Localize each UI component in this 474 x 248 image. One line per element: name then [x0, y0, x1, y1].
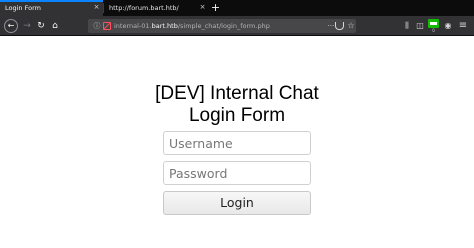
library-icon[interactable]: ⫼: [401, 20, 413, 32]
star-icon[interactable]: ☆: [346, 20, 356, 32]
extension-badge: 0: [432, 28, 435, 33]
extension-icon[interactable]: [428, 19, 439, 28]
hamburger-menu-icon[interactable]: ≡: [457, 20, 469, 32]
page-title-line1: [DEV] Internal Chat: [155, 83, 319, 104]
sidebar-icon[interactable]: ◫: [414, 20, 426, 32]
url-path: /simple_chat/login_form.php: [177, 22, 270, 30]
tab-title: http://forum.bart.htb/: [109, 4, 179, 12]
page-content: [DEV] Internal Chat Login Form Login: [0, 37, 474, 248]
password-input[interactable]: [163, 161, 311, 185]
tab-strip: Login Form × http://forum.bart.htb/ × +: [0, 0, 474, 16]
tab-login-form[interactable]: Login Form ×: [0, 0, 103, 16]
info-icon[interactable]: ⓘ: [92, 21, 102, 31]
reload-icon[interactable]: ↻: [34, 19, 48, 33]
url-host: bart.htb: [151, 22, 178, 30]
home-icon[interactable]: ⌂: [48, 19, 62, 33]
tab-title: Login Form: [5, 4, 41, 12]
page-title-line2: Login Form: [188, 105, 286, 126]
close-icon[interactable]: ×: [198, 3, 207, 12]
url-bar[interactable]: ⓘ internal-01.bart.htb/simple_chat/login…: [88, 19, 356, 33]
page-title: [DEV] Internal Chat Login Form: [137, 83, 337, 127]
tab-forum[interactable]: http://forum.bart.htb/ ×: [104, 0, 208, 16]
url-prefix: internal-01.: [114, 22, 152, 30]
forward-arrow-icon[interactable]: →: [20, 19, 34, 33]
login-button[interactable]: Login: [163, 191, 311, 215]
username-input[interactable]: [163, 131, 311, 155]
navigation-toolbar: ← → ↻ ⌂ ⓘ internal-01.bart.htb/simple_ch…: [0, 16, 474, 36]
new-tab-button[interactable]: +: [210, 2, 221, 14]
insecure-lock-icon[interactable]: [103, 22, 111, 30]
url-text[interactable]: internal-01.bart.htb/simple_chat/login_f…: [114, 19, 270, 33]
pocket-icon[interactable]: [335, 22, 344, 30]
close-icon[interactable]: ×: [92, 3, 101, 12]
account-icon[interactable]: ◉: [442, 20, 454, 32]
back-arrow-icon[interactable]: ←: [4, 19, 18, 33]
